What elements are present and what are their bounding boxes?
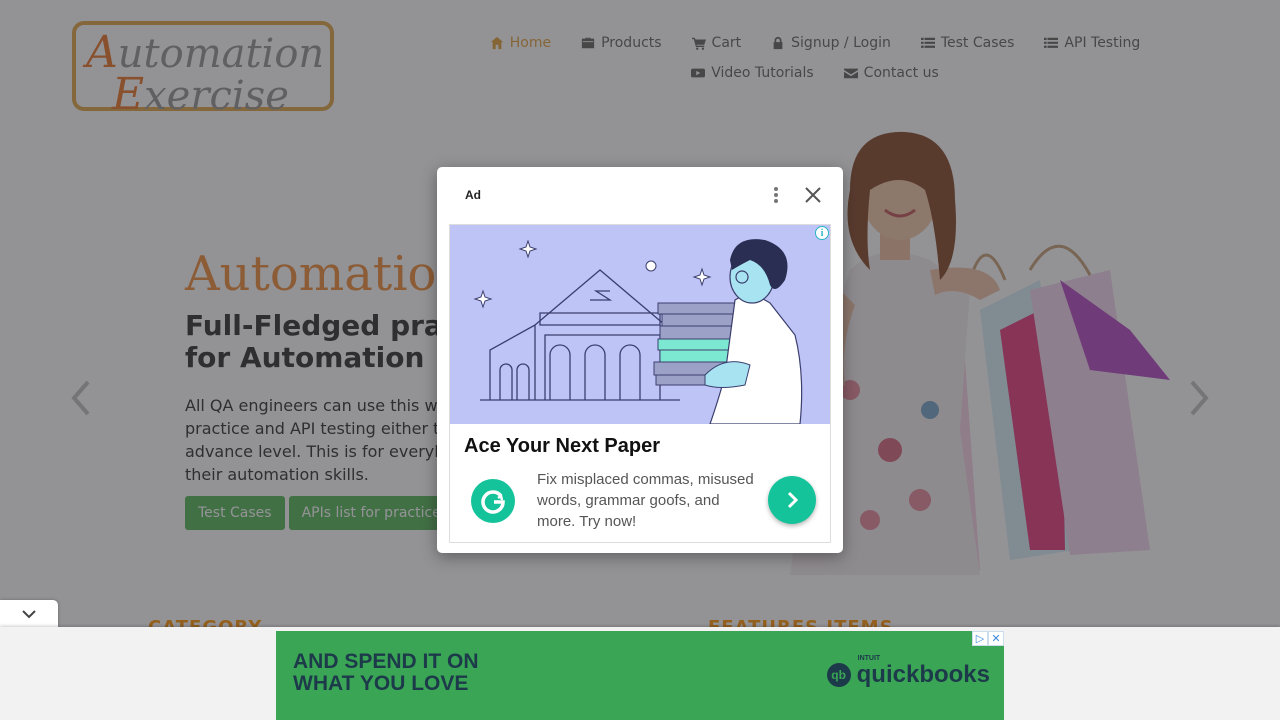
- ad-go-button[interactable]: [768, 476, 816, 524]
- banner-ad-line-2: WHAT YOU LOVE: [293, 672, 469, 695]
- grammarly-logo-icon: [471, 479, 515, 523]
- ad-info-icon[interactable]: i: [815, 226, 829, 240]
- intuit-label: INTUIT: [857, 655, 881, 662]
- quickbooks-banner-ad[interactable]: AND SPEND IT ON WHAT YOU LOVE qb INTUIT …: [276, 631, 1004, 720]
- ad-headline[interactable]: Ace Your Next Paper: [464, 435, 660, 458]
- quickbooks-logo: qb INTUIT quickbooks: [826, 655, 990, 689]
- quickbooks-wordmark: quickbooks: [856, 661, 990, 688]
- ad-creative[interactable]: i Ace Your Next Paper Fix misplaced comm…: [449, 224, 831, 543]
- banner-ad-text: AND SPEND IT ON WHAT YOU LOVE: [293, 651, 479, 695]
- bottom-ad-strip: AND SPEND IT ON WHAT YOU LOVE qb INTUIT …: [0, 627, 1280, 720]
- adchoices-close-icon[interactable]: ✕: [988, 631, 1004, 646]
- ad-body-text: Fix misplaced commas, misused words, gra…: [537, 471, 754, 530]
- chevron-right-icon: [787, 491, 799, 509]
- quickbooks-mark-icon: qb: [826, 663, 851, 687]
- ad-illustration: [450, 225, 830, 424]
- chevron-down-icon: [22, 609, 36, 618]
- close-ad-button[interactable]: [803, 185, 823, 205]
- adchoices: ▷ ✕: [972, 631, 1004, 646]
- ad-label: Ad: [465, 188, 481, 202]
- banner-ad-line-1: AND SPEND IT ON: [293, 650, 479, 673]
- collapse-ad-tab[interactable]: [0, 600, 58, 627]
- more-options-icon[interactable]: [771, 185, 781, 205]
- close-icon: [805, 187, 821, 203]
- adchoices-play-icon[interactable]: ▷: [972, 631, 988, 646]
- interstitial-ad-modal: Ad i Ace Your Next Paper Fix misplaced c…: [437, 167, 843, 553]
